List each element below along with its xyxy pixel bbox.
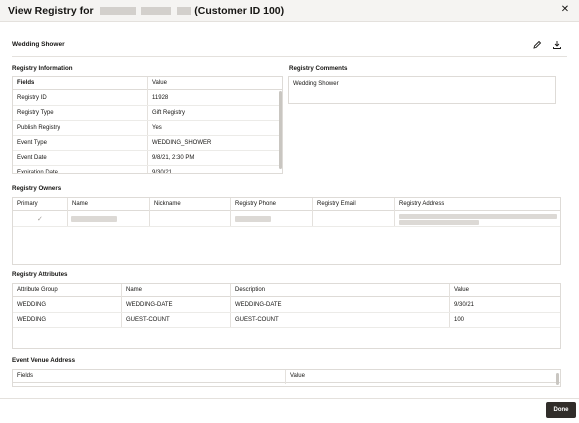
table-row[interactable]: ✓ bbox=[13, 212, 560, 227]
edit-icon[interactable] bbox=[532, 40, 542, 50]
event-venue-address-label: Event Venue Address bbox=[12, 357, 76, 364]
redacted-customer-name-2 bbox=[141, 7, 172, 15]
dialog-title-prefix: View Registry for bbox=[8, 5, 94, 17]
redacted-owner-name bbox=[71, 216, 117, 222]
registry-owners-table: Primary Name Nickname Registry Phone Reg… bbox=[12, 197, 561, 265]
close-icon[interactable]: ✕ bbox=[559, 4, 571, 16]
download-icon[interactable] bbox=[552, 40, 562, 50]
registry-comments-field[interactable]: Wedding Shower bbox=[288, 76, 556, 104]
attribute-description-cell: GUEST-COUNT bbox=[235, 317, 279, 323]
column-header-primary: Primary bbox=[17, 201, 38, 207]
attribute-value-cell: 9/30/21 bbox=[454, 302, 475, 308]
redacted-owner-address-line-1 bbox=[399, 214, 557, 219]
table-row: Expiration Date 9/30/21 bbox=[13, 166, 282, 174]
column-header-registry-email: Registry Email bbox=[317, 201, 356, 207]
column-header-value: Value bbox=[290, 373, 305, 379]
vertical-scrollbar[interactable] bbox=[279, 91, 282, 169]
table-header: Fields Value bbox=[13, 370, 560, 383]
redacted-customer-name-3 bbox=[177, 7, 192, 15]
dialog-title: View Registry for (Customer ID 100) bbox=[8, 5, 284, 17]
field-cell: Registry Type bbox=[17, 110, 54, 116]
registry-information-label: Registry Information bbox=[12, 65, 73, 72]
attribute-value-cell: 100 bbox=[454, 317, 465, 323]
attribute-name-cell: GUEST-COUNT bbox=[126, 317, 170, 323]
value-cell: 11928 bbox=[152, 95, 169, 101]
column-header-name: Name bbox=[72, 201, 89, 207]
registry-information-table: Fields Value Registry ID 11928 Registry … bbox=[12, 76, 283, 174]
redacted-owner-phone bbox=[235, 216, 271, 222]
primary-check-icon: ✓ bbox=[37, 216, 43, 223]
attribute-group-cell: WEDDING bbox=[17, 317, 46, 323]
field-cell: Expiration Date bbox=[17, 170, 59, 174]
column-header-description: Description bbox=[235, 287, 266, 293]
table-row[interactable]: WEDDING WEDDING-DATE WEDDING-DATE 9/30/2… bbox=[13, 298, 560, 313]
dialog-title-suffix: (Customer ID 100) bbox=[194, 5, 285, 17]
attribute-description-cell: WEDDING-DATE bbox=[235, 302, 282, 308]
table-row: Registry Type Gift Registry bbox=[13, 106, 282, 121]
table-row: Publish Registry Yes bbox=[13, 121, 282, 136]
registry-owners-label: Registry Owners bbox=[12, 185, 62, 192]
table-header: Primary Name Nickname Registry Phone Reg… bbox=[13, 198, 560, 211]
redacted-customer-name-1 bbox=[99, 7, 136, 15]
dialog-title-bar: View Registry for (Customer ID 100) ✕ bbox=[0, 0, 579, 22]
registry-attributes-table: Attribute Group Name Description Value W… bbox=[12, 283, 561, 349]
column-header-nickname: Nickname bbox=[154, 201, 181, 207]
field-cell: Registry ID bbox=[17, 95, 47, 101]
table-header: Attribute Group Name Description Value bbox=[13, 284, 560, 297]
event-venue-address-table: Fields Value bbox=[12, 369, 561, 387]
vertical-scrollbar[interactable] bbox=[556, 373, 559, 385]
header-divider bbox=[12, 56, 567, 57]
registry-attributes-label: Registry Attributes bbox=[12, 271, 68, 278]
column-header-fields: Fields bbox=[17, 80, 35, 86]
table-row: Registry ID 11928 bbox=[13, 91, 282, 106]
column-header-name: Name bbox=[126, 287, 143, 293]
column-header-registry-address: Registry Address bbox=[399, 201, 445, 207]
attribute-group-cell: WEDDING bbox=[17, 302, 46, 308]
column-header-fields: Fields bbox=[17, 373, 34, 379]
value-cell: 9/8/21, 2:30 PM bbox=[152, 155, 195, 161]
column-header-registry-phone: Registry Phone bbox=[235, 201, 277, 207]
column-divider bbox=[285, 370, 286, 384]
column-header-value: Value bbox=[152, 80, 167, 86]
value-cell: Yes bbox=[152, 125, 162, 131]
table-row: Event Type WEDDING_SHOWER bbox=[13, 136, 282, 151]
attribute-name-cell: WEDDING-DATE bbox=[126, 302, 173, 308]
value-cell: Gift Registry bbox=[152, 110, 186, 116]
table-row[interactable]: WEDDING GUEST-COUNT GUEST-COUNT 100 bbox=[13, 313, 560, 328]
value-cell: WEDDING_SHOWER bbox=[152, 140, 212, 146]
dialog-footer bbox=[0, 398, 579, 423]
registry-name: Wedding Shower bbox=[12, 41, 65, 48]
column-header-attribute-group: Attribute Group bbox=[17, 287, 58, 293]
field-cell: Event Date bbox=[17, 155, 47, 161]
registry-comments-label: Registry Comments bbox=[289, 65, 348, 72]
field-cell: Event Type bbox=[17, 140, 47, 146]
field-cell: Publish Registry bbox=[17, 125, 61, 131]
redacted-owner-address-line-2 bbox=[399, 220, 479, 225]
table-row: Event Date 9/8/21, 2:30 PM bbox=[13, 151, 282, 166]
value-cell: 9/30/21 bbox=[152, 170, 173, 174]
column-header-value: Value bbox=[454, 287, 469, 293]
done-button[interactable]: Done bbox=[546, 402, 576, 418]
